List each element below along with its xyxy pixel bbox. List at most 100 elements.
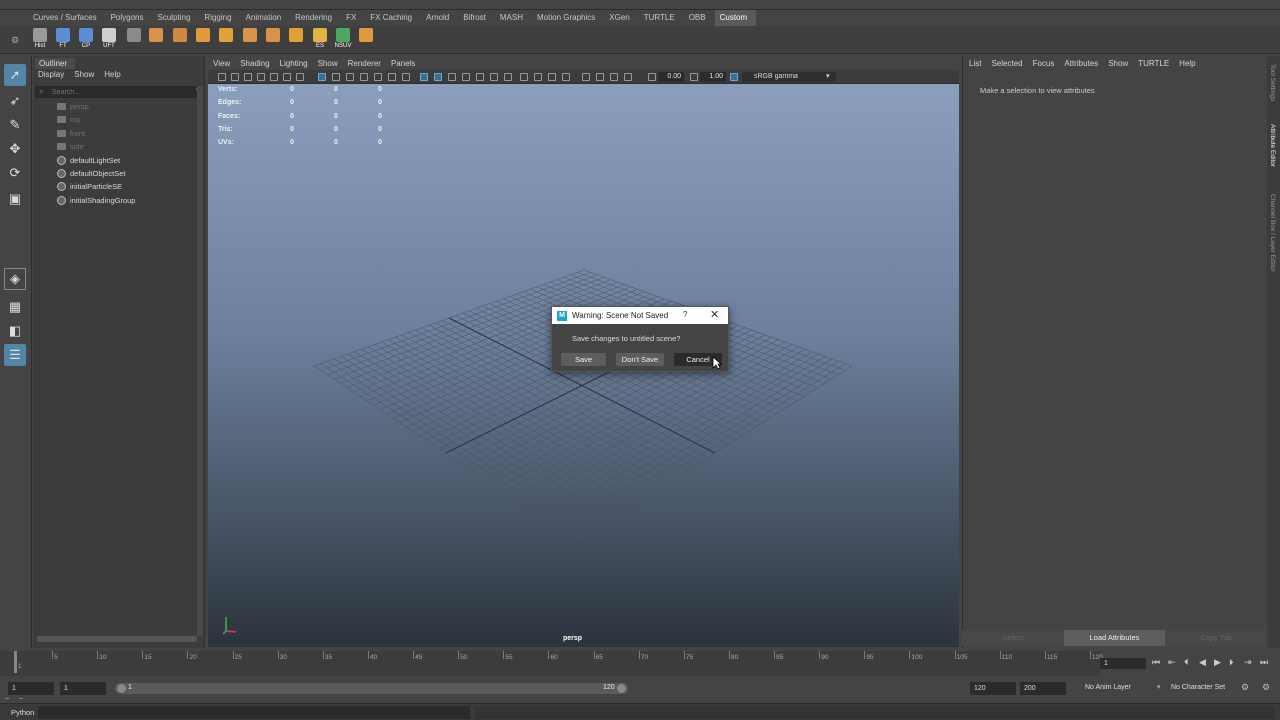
move-tool-icon[interactable]: ✥ [4, 138, 26, 160]
tab-sculpting[interactable]: Sculpting [153, 10, 200, 26]
step-forward-key-icon[interactable]: ⇥ [1244, 657, 1252, 668]
select-camera-icon[interactable] [218, 73, 226, 81]
viewport-menu-show[interactable]: Show [313, 58, 343, 70]
ae-menu-show[interactable]: Show [1103, 58, 1133, 70]
tab-fx[interactable]: FX [341, 10, 365, 26]
ae-menu-selected[interactable]: Selected [986, 58, 1027, 70]
tab-curves-surfaces[interactable]: Curves / Surfaces [28, 10, 106, 26]
shelf-button-14[interactable] [356, 28, 376, 52]
motion-blur-icon[interactable] [520, 73, 528, 81]
camera-attributes-icon[interactable] [231, 73, 239, 81]
color-management-icon[interactable] [730, 73, 738, 81]
color-space-dropdown[interactable]: sRGB gamma ▾ [742, 72, 836, 82]
tab-custom[interactable]: Custom [714, 10, 757, 26]
film-gate-icon[interactable] [332, 73, 340, 81]
viewport-menu-renderer[interactable]: Renderer [343, 58, 386, 70]
range-start-handle[interactable] [117, 684, 126, 693]
tab-channel-box[interactable]: Channel Box / Layer Editor [1269, 194, 1276, 272]
wireframe-icon[interactable] [420, 73, 428, 81]
go-to-start-icon[interactable]: ⏮ [1152, 657, 1160, 668]
scale-tool-icon[interactable]: ▣ [4, 188, 26, 210]
step-back-key-icon[interactable]: ⇤ [1168, 657, 1176, 668]
tab-xgen[interactable]: XGen [604, 10, 638, 26]
outliner-item[interactable]: defaultObjectSet [57, 167, 125, 180]
tab-attribute-editor[interactable]: Attribute Editor [1269, 124, 1276, 167]
outliner-item[interactable]: defaultLightSet [57, 154, 120, 167]
ambient-occlusion-icon[interactable] [504, 73, 512, 81]
range-end-handle[interactable] [617, 684, 626, 693]
depth-of-field-icon[interactable] [548, 73, 556, 81]
isolate-select-icon[interactable] [562, 73, 570, 81]
save-button[interactable]: Save [561, 353, 606, 366]
character-set-dropdown[interactable]: No Character Set [1171, 684, 1225, 691]
safe-title-icon[interactable] [402, 73, 410, 81]
playback-end-field[interactable]: 120 [970, 682, 1016, 695]
lasso-tool-icon[interactable]: ➶ [4, 90, 26, 112]
current-frame-field[interactable]: 1 [1100, 658, 1146, 669]
viewport-menu-shading[interactable]: Shading [235, 58, 274, 70]
outliner-item[interactable]: front [57, 127, 85, 140]
tab-mash[interactable]: MASH [495, 10, 532, 26]
tab-animation[interactable]: Animation [241, 10, 291, 26]
step-back-frame-icon[interactable]: ⏴ [1184, 657, 1189, 668]
outliner-item[interactable]: initialParticleSE [57, 180, 122, 193]
outliner-horizontal-scrollbar[interactable] [37, 636, 197, 642]
go-to-end-icon[interactable]: ⏭ [1260, 657, 1268, 668]
auto-key-icon[interactable]: ⚙ [1241, 682, 1249, 693]
play-backward-icon[interactable]: ◀ [1199, 657, 1206, 668]
outliner-item[interactable]: persp [57, 100, 89, 113]
ae-menu-focus[interactable]: Focus [1028, 58, 1060, 70]
viewport-menu-lighting[interactable]: Lighting [275, 58, 313, 70]
select-tool-icon[interactable]: ➚ [4, 64, 26, 86]
resolution-gate-icon[interactable] [346, 73, 354, 81]
close-icon[interactable]: ✕ [710, 308, 719, 321]
gamma-field[interactable]: 1.00 [700, 72, 726, 82]
dont-save-button[interactable]: Don't Save [616, 353, 664, 366]
tab-polygons[interactable]: Polygons [106, 10, 153, 26]
shelf-button-10[interactable] [263, 28, 283, 52]
grease-pencil-icon[interactable] [283, 73, 291, 81]
safe-action-icon[interactable] [388, 73, 396, 81]
tab-rendering[interactable]: Rendering [290, 10, 341, 26]
paint-select-tool-icon[interactable]: ✎ [4, 114, 26, 136]
shelf-button-1[interactable]: FT [53, 28, 73, 52]
ae-menu-attributes[interactable]: Attributes [1059, 58, 1103, 70]
load-attributes-button[interactable]: Load Attributes [1063, 630, 1166, 646]
ae-menu-turtle[interactable]: TURTLE [1133, 58, 1174, 70]
bookmark-icon[interactable] [244, 73, 252, 81]
range-slider[interactable]: 1 120 [115, 683, 628, 694]
playback-start-field[interactable]: 1 [60, 682, 106, 695]
select-button[interactable]: Select [962, 630, 1064, 646]
ae-menu-help[interactable]: Help [1174, 58, 1200, 70]
animation-end-field[interactable]: 200 [1020, 682, 1066, 695]
outliner-search-input[interactable] [36, 87, 186, 98]
shelf-button-0[interactable]: Hist [30, 28, 50, 52]
shelf-button-7[interactable] [193, 28, 213, 52]
outliner-tab[interactable]: Outliner [35, 58, 75, 69]
tab-fx-caching[interactable]: FX Caching [365, 10, 421, 26]
xray-icon[interactable] [582, 73, 590, 81]
shelf-button-3[interactable]: UFT [99, 28, 119, 52]
help-icon[interactable]: ? [683, 310, 687, 319]
play-forward-icon[interactable]: ▶ [1214, 657, 1221, 668]
copy-tab-button[interactable]: Copy Tab [1165, 630, 1268, 646]
outliner-menu-display[interactable]: Display [33, 69, 69, 81]
gate-mask-icon[interactable] [360, 73, 368, 81]
outliner-menu-help[interactable]: Help [99, 69, 125, 81]
tab-bifrost[interactable]: Bifrost [458, 10, 495, 26]
xray-joints-icon[interactable] [596, 73, 604, 81]
shelf-button-11[interactable] [286, 28, 306, 52]
outliner-menu-show[interactable]: Show [69, 69, 99, 81]
animation-start-field[interactable]: 1 [8, 682, 54, 695]
single-pane-layout-icon[interactable]: ◈ [4, 268, 26, 290]
tab-arnold[interactable]: Arnold [421, 10, 458, 26]
rotate-tool-icon[interactable]: ⟳ [4, 162, 26, 184]
exposure-field[interactable]: 0.00 [658, 72, 684, 82]
tab-rigging[interactable]: Rigging [199, 10, 240, 26]
outliner-item[interactable]: initialShadingGroup [57, 194, 135, 207]
step-forward-frame-icon[interactable]: ⏵ [1229, 657, 1234, 668]
script-language-toggle[interactable]: Python [4, 706, 34, 719]
field-chart-icon[interactable] [374, 73, 382, 81]
outliner-vertical-scrollbar[interactable] [197, 86, 203, 636]
image-plane-icon[interactable] [257, 73, 265, 81]
